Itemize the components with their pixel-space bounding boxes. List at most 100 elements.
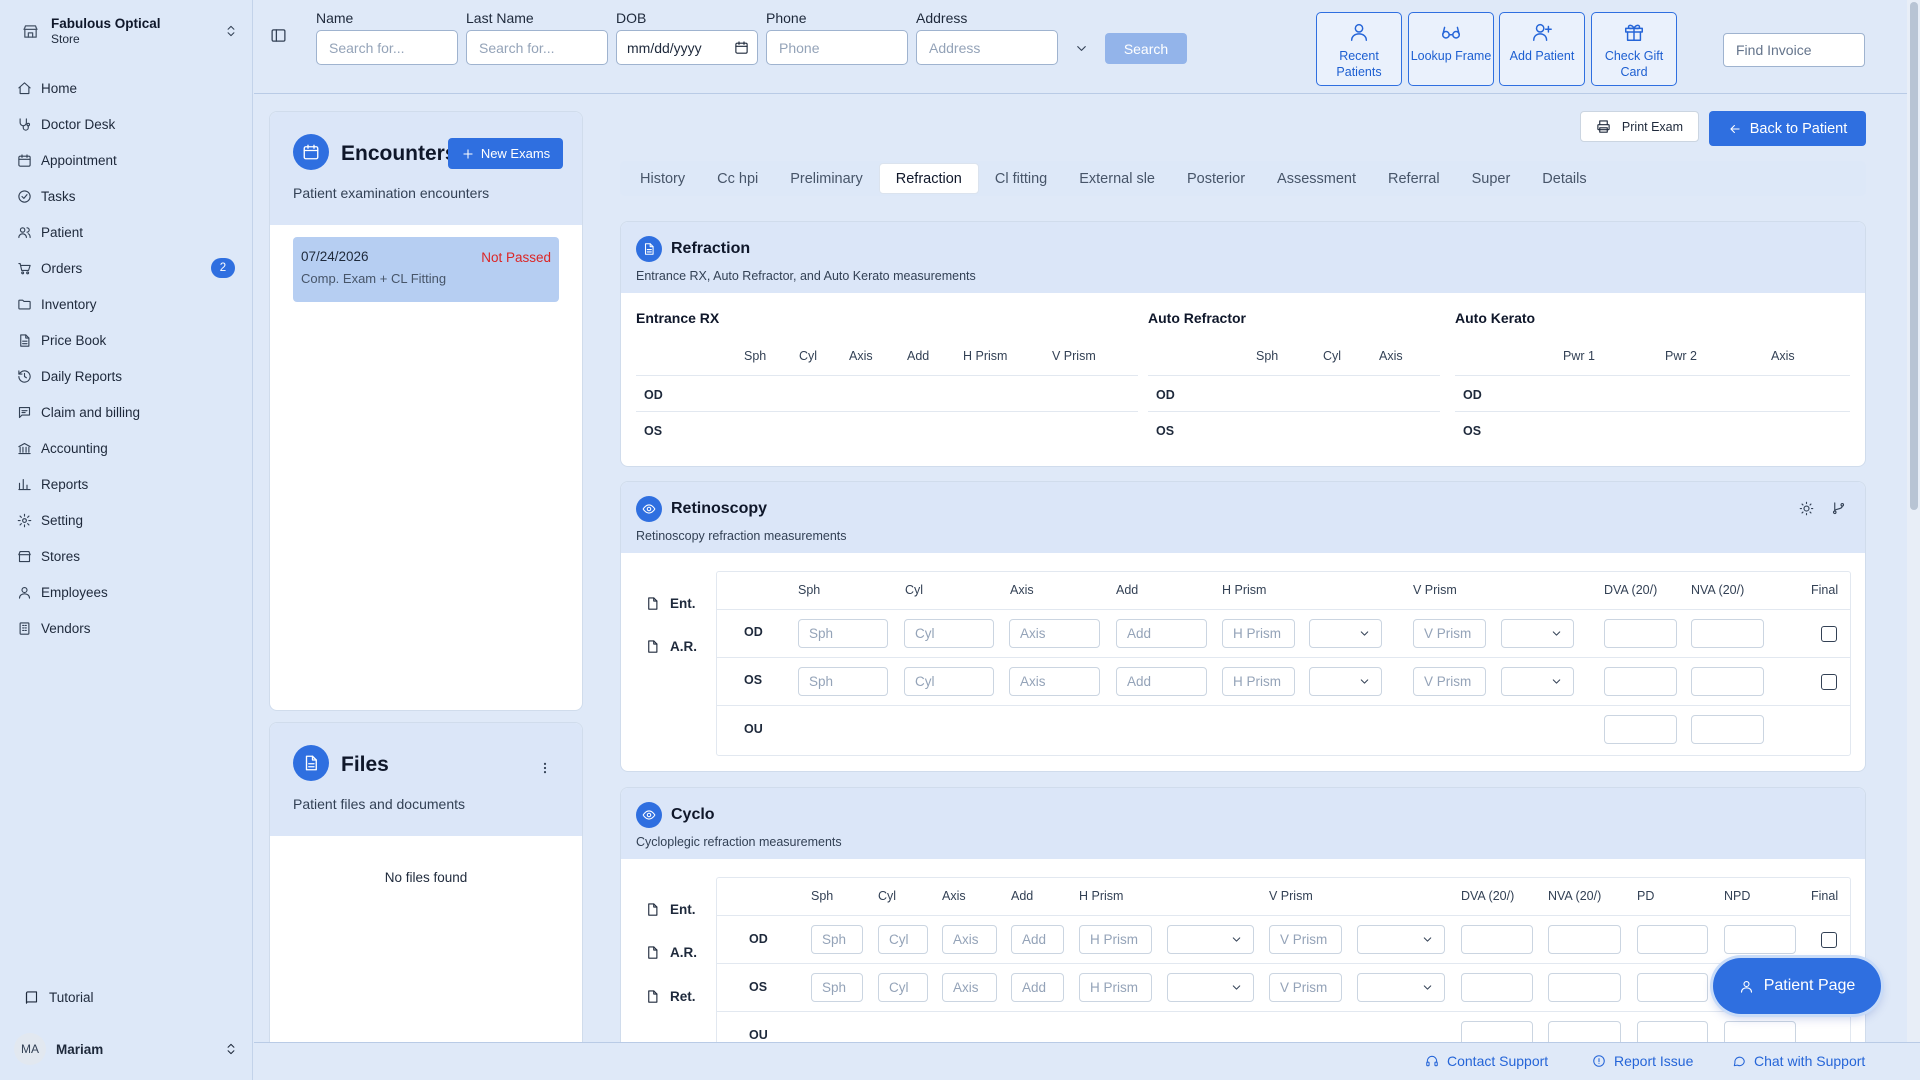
os-sph-input[interactable]: Sph — [798, 667, 888, 696]
tab-referral[interactable]: Referral — [1372, 163, 1456, 194]
sidebar-item-orders[interactable]: Orders 2 — [10, 250, 242, 286]
tab-cl-fitting[interactable]: Cl fitting — [979, 163, 1063, 194]
sidebar-item-claim-billing[interactable]: Claim and billing — [10, 394, 242, 430]
add-patient-button[interactable]: Add Patient — [1499, 12, 1585, 86]
od-nva-input[interactable] — [1691, 619, 1764, 648]
expand-search-button[interactable] — [1074, 41, 1089, 56]
od-dva-input[interactable] — [1461, 925, 1533, 954]
sidebar-item-daily-reports[interactable]: Daily Reports — [10, 358, 242, 394]
tab-refraction[interactable]: Refraction — [878, 163, 979, 194]
ent-import-button[interactable]: Ent. — [645, 596, 696, 611]
od-h-prism-base-select[interactable] — [1309, 619, 1382, 648]
os-axis-input[interactable]: Axis — [942, 973, 997, 1002]
os-h-prism-input[interactable]: H Prism — [1079, 973, 1152, 1002]
sidebar-item-appointment[interactable]: Appointment — [10, 142, 242, 178]
back-to-patient-button[interactable]: Back to Patient — [1709, 111, 1866, 146]
os-nva-input[interactable] — [1548, 973, 1621, 1002]
ou-nva-input[interactable] — [1691, 715, 1764, 744]
os-add-input[interactable]: Add — [1011, 973, 1064, 1002]
od-final-checkbox[interactable] — [1821, 626, 1837, 642]
od-v-prism-base-select[interactable] — [1357, 925, 1445, 954]
sidebar-toggle-button[interactable] — [270, 27, 287, 44]
od-npd-input[interactable] — [1724, 925, 1796, 954]
phone-search-input[interactable]: Phone — [766, 30, 908, 65]
tab-cc-hpi[interactable]: Cc hpi — [701, 163, 774, 194]
os-dva-input[interactable] — [1604, 667, 1677, 696]
tab-super[interactable]: Super — [1456, 163, 1527, 194]
os-h-prism-base-select[interactable] — [1167, 973, 1254, 1002]
os-dva-input[interactable] — [1461, 973, 1533, 1002]
sidebar-item-patient[interactable]: Patient — [10, 214, 242, 250]
store-switcher[interactable]: Fabulous Optical Store — [16, 10, 238, 52]
ent-import-button[interactable]: Ent. — [645, 902, 696, 917]
os-axis-input[interactable]: Axis — [1009, 667, 1100, 696]
find-invoice-input[interactable]: Find Invoice — [1723, 33, 1865, 67]
od-sph-input[interactable]: Sph — [811, 925, 863, 954]
chat-with-support-link[interactable]: Chat with Support — [1732, 1053, 1865, 1069]
od-h-prism-base-select[interactable] — [1167, 925, 1254, 954]
sun-icon[interactable] — [1799, 501, 1814, 516]
sidebar-item-home[interactable]: Home — [10, 70, 242, 106]
new-exams-button[interactable]: New Exams — [448, 138, 563, 169]
od-h-prism-input[interactable]: H Prism — [1079, 925, 1152, 954]
sidebar-item-vendors[interactable]: Vendors — [10, 610, 242, 646]
user-menu[interactable]: MA Mariam — [14, 1032, 238, 1066]
os-h-prism-input[interactable]: H Prism — [1222, 667, 1295, 696]
encounter-item[interactable]: 07/24/2026 Not Passed Comp. Exam + CL Fi… — [293, 237, 559, 302]
od-v-prism-input[interactable]: V Prism — [1413, 619, 1486, 648]
od-cyl-input[interactable]: Cyl — [878, 925, 928, 954]
tab-posterior[interactable]: Posterior — [1171, 163, 1261, 194]
os-h-prism-base-select[interactable] — [1309, 667, 1382, 696]
os-add-input[interactable]: Add — [1116, 667, 1207, 696]
name-search-input[interactable]: Search for... — [316, 30, 458, 65]
os-v-prism-base-select[interactable] — [1501, 667, 1574, 696]
os-final-checkbox[interactable] — [1821, 674, 1837, 690]
tab-preliminary[interactable]: Preliminary — [774, 163, 879, 194]
os-v-prism-base-select[interactable] — [1357, 973, 1445, 1002]
os-sph-input[interactable]: Sph — [811, 973, 863, 1002]
check-gift-card-button[interactable]: Check Gift Card — [1591, 12, 1677, 86]
dob-date-input[interactable]: mm/dd/yyyy — [616, 30, 758, 65]
tab-history[interactable]: History — [624, 163, 701, 194]
ar-import-button[interactable]: A.R. — [645, 945, 697, 960]
od-v-prism-base-select[interactable] — [1501, 619, 1574, 648]
sidebar-item-stores[interactable]: Stores — [10, 538, 242, 574]
report-issue-link[interactable]: Report Issue — [1592, 1053, 1693, 1069]
od-v-prism-input[interactable]: V Prism — [1269, 925, 1342, 954]
sidebar-item-tasks[interactable]: Tasks — [10, 178, 242, 214]
os-nva-input[interactable] — [1691, 667, 1764, 696]
ret-import-button[interactable]: Ret. — [645, 989, 696, 1004]
od-pd-input[interactable] — [1637, 925, 1708, 954]
scrollbar[interactable] — [1907, 0, 1920, 1042]
recent-patients-button[interactable]: Recent Patients — [1316, 12, 1402, 86]
tutorial-link[interactable]: Tutorial — [24, 990, 94, 1005]
od-final-checkbox[interactable] — [1821, 932, 1837, 948]
od-sph-input[interactable]: Sph — [798, 619, 888, 648]
files-menu-button[interactable] — [538, 761, 552, 775]
scrollbar-thumb[interactable] — [1910, 2, 1918, 510]
sidebar-item-reports[interactable]: Reports — [10, 466, 242, 502]
od-axis-input[interactable]: Axis — [1009, 619, 1100, 648]
tab-assessment[interactable]: Assessment — [1261, 163, 1372, 194]
sidebar-item-employees[interactable]: Employees — [10, 574, 242, 610]
os-cyl-input[interactable]: Cyl — [904, 667, 994, 696]
od-add-input[interactable]: Add — [1011, 925, 1064, 954]
tab-details[interactable]: Details — [1526, 163, 1602, 194]
od-dva-input[interactable] — [1604, 619, 1677, 648]
od-nva-input[interactable] — [1548, 925, 1621, 954]
sidebar-item-price-book[interactable]: Price Book — [10, 322, 242, 358]
os-v-prism-input[interactable]: V Prism — [1269, 973, 1342, 1002]
contact-support-link[interactable]: Contact Support — [1425, 1053, 1548, 1069]
od-axis-input[interactable]: Axis — [942, 925, 997, 954]
os-pd-input[interactable] — [1637, 973, 1708, 1002]
sidebar-item-doctor-desk[interactable]: Doctor Desk — [10, 106, 242, 142]
sidebar-item-inventory[interactable]: Inventory — [10, 286, 242, 322]
patient-page-button[interactable]: Patient Page — [1713, 958, 1881, 1014]
od-h-prism-input[interactable]: H Prism — [1222, 619, 1295, 648]
print-exam-button[interactable]: Print Exam — [1580, 111, 1699, 142]
od-add-input[interactable]: Add — [1116, 619, 1207, 648]
git-branch-icon[interactable] — [1831, 501, 1846, 516]
sidebar-item-setting[interactable]: Setting — [10, 502, 242, 538]
od-cyl-input[interactable]: Cyl — [904, 619, 994, 648]
address-search-input[interactable]: Address — [916, 30, 1058, 65]
